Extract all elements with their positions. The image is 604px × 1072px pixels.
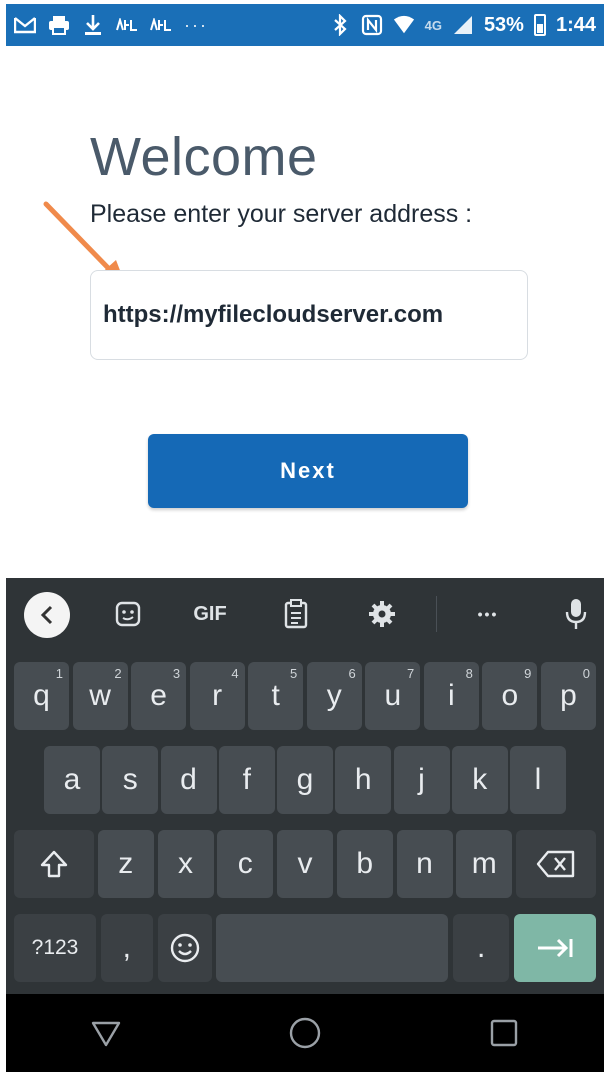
keyboard-toolbar: GIF ••• bbox=[6, 578, 604, 648]
backspace-key[interactable] bbox=[516, 830, 596, 898]
key-e[interactable]: e3 bbox=[131, 662, 187, 730]
comma-key[interactable]: , bbox=[100, 914, 153, 982]
key-n[interactable]: n bbox=[396, 830, 453, 898]
status-bar: ··· 4G 53% 1:44 bbox=[6, 4, 604, 46]
key-v[interactable]: v bbox=[277, 830, 333, 898]
more-dots-icon[interactable]: ••• bbox=[468, 598, 508, 630]
gmail-icon bbox=[14, 14, 36, 36]
symbols-key[interactable]: ?123 bbox=[14, 914, 96, 982]
key-w[interactable]: w2 bbox=[72, 662, 128, 730]
nfc-icon bbox=[361, 14, 383, 36]
key-s[interactable]: s bbox=[102, 746, 159, 814]
network-type-label: 4G bbox=[424, 17, 442, 33]
emoji-icon bbox=[170, 933, 199, 963]
battery-icon bbox=[533, 14, 546, 36]
key-j[interactable]: j bbox=[393, 746, 450, 814]
backspace-icon bbox=[536, 850, 575, 878]
keyboard-row-4: ?123 , . bbox=[6, 914, 604, 982]
download-icon bbox=[82, 14, 104, 36]
key-b[interactable]: b bbox=[336, 830, 393, 898]
system-icons: 4G 53% 1:44 bbox=[329, 14, 596, 37]
soft-keyboard: GIF ••• q1 w2 e3 r4 t5 y6 u7 i8 o9 p0 a … bbox=[6, 578, 604, 994]
next-button[interactable]: Next bbox=[148, 434, 468, 508]
gif-button[interactable]: GIF bbox=[190, 598, 230, 630]
notification-icons: ··· bbox=[14, 14, 208, 36]
home-circle-icon[interactable] bbox=[283, 1011, 327, 1055]
server-address-prompt: Please enter your server address : bbox=[90, 200, 473, 228]
shift-arrow-icon bbox=[40, 850, 68, 878]
key-c[interactable]: c bbox=[217, 830, 274, 898]
key-t[interactable]: t5 bbox=[248, 662, 304, 730]
emoji-key[interactable] bbox=[157, 914, 212, 982]
welcome-title: Welcome bbox=[90, 127, 318, 187]
sticker-icon[interactable] bbox=[108, 598, 148, 630]
keyboard-row-2: a s d f g h j k l bbox=[6, 746, 604, 814]
battery-percent: 53% bbox=[483, 13, 524, 36]
clipboard-icon[interactable] bbox=[276, 598, 316, 630]
key-p[interactable]: p0 bbox=[540, 662, 596, 730]
next-tab-arrow-icon bbox=[537, 938, 573, 958]
period-key[interactable]: . bbox=[453, 914, 510, 982]
printer-icon bbox=[48, 14, 70, 36]
key-i[interactable]: i8 bbox=[423, 662, 479, 730]
key-y[interactable]: y6 bbox=[306, 662, 362, 730]
key-h[interactable]: h bbox=[335, 746, 392, 814]
recents-square-icon[interactable] bbox=[482, 1011, 526, 1055]
app-screen: ··· 4G 53% 1:44 Welcome Please enter you… bbox=[6, 4, 604, 1072]
back-chevron-icon[interactable] bbox=[24, 592, 70, 638]
toolbar-divider bbox=[436, 596, 437, 632]
nfl-icon-2 bbox=[150, 14, 172, 36]
shift-key[interactable] bbox=[14, 830, 94, 898]
enter-key[interactable] bbox=[513, 914, 596, 982]
keyboard-row-1: q1 w2 e3 r4 t5 y6 u7 i8 o9 p0 bbox=[6, 662, 604, 730]
key-g[interactable]: g bbox=[277, 746, 333, 814]
microphone-icon[interactable] bbox=[556, 598, 596, 630]
settings-gear-icon[interactable] bbox=[362, 598, 402, 630]
key-x[interactable]: x bbox=[157, 830, 214, 898]
key-d[interactable]: d bbox=[160, 746, 217, 814]
welcome-screen: Welcome Please enter your server address… bbox=[6, 46, 604, 578]
key-o[interactable]: o9 bbox=[482, 662, 538, 730]
system-nav-bar bbox=[6, 994, 604, 1072]
signal-icon bbox=[452, 14, 474, 36]
back-triangle-icon[interactable] bbox=[84, 1011, 128, 1055]
key-a[interactable]: a bbox=[44, 746, 100, 814]
key-u[interactable]: u7 bbox=[365, 662, 421, 730]
clock-time: 1:44 bbox=[555, 13, 596, 36]
key-z[interactable]: z bbox=[97, 830, 154, 898]
bluetooth-icon bbox=[329, 14, 351, 36]
key-k[interactable]: k bbox=[451, 746, 508, 814]
wifi-icon bbox=[393, 14, 415, 36]
server-address-input[interactable] bbox=[103, 301, 527, 329]
key-f[interactable]: f bbox=[218, 746, 275, 814]
key-q[interactable]: q1 bbox=[14, 662, 69, 730]
key-l[interactable]: l bbox=[510, 746, 566, 814]
keyboard-row-3: z x c v b n m bbox=[6, 830, 604, 898]
key-r[interactable]: r4 bbox=[189, 662, 245, 730]
key-m[interactable]: m bbox=[456, 830, 513, 898]
nfl-icon bbox=[116, 14, 138, 36]
server-address-field[interactable] bbox=[90, 270, 528, 360]
more-dots-icon: ··· bbox=[184, 14, 208, 35]
space-key[interactable] bbox=[216, 914, 449, 982]
